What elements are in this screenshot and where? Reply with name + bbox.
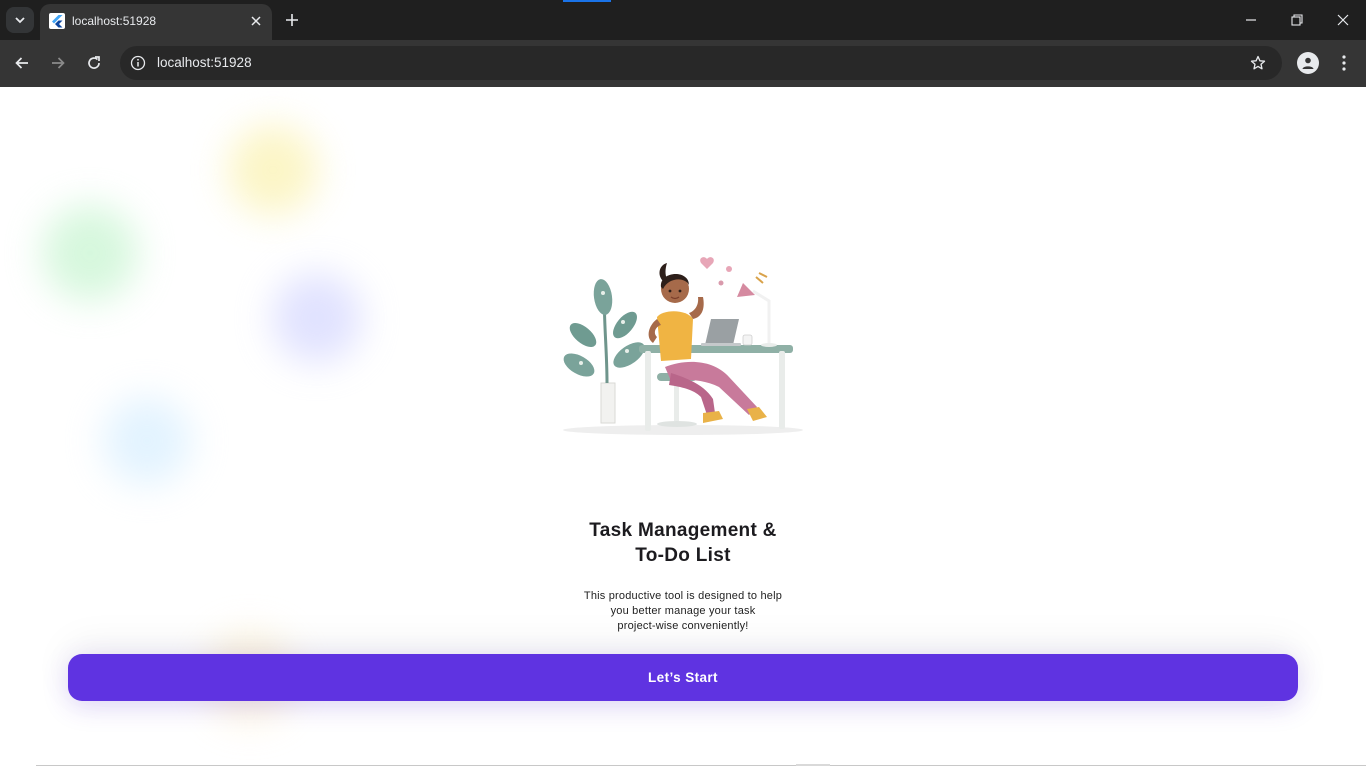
description-line-2: you better manage your task: [610, 605, 756, 617]
onboarding-description: This productive tool is designed to help…: [533, 589, 833, 634]
reload-button[interactable]: [82, 51, 106, 75]
onboarding-illustration: [563, 257, 803, 435]
restore-icon: [1291, 14, 1303, 26]
site-info-button[interactable]: [128, 53, 148, 73]
browser-menu-button[interactable]: [1334, 52, 1354, 74]
bookmark-button[interactable]: [1248, 53, 1268, 73]
arrow-left-icon: [15, 57, 28, 69]
title-line-1: Task Management &: [589, 520, 777, 541]
back-button[interactable]: [10, 51, 34, 75]
decorative-blur-yellow: [228, 125, 318, 215]
flutter-icon: [49, 13, 65, 29]
forward-button[interactable]: [46, 51, 70, 75]
close-icon: [1337, 14, 1349, 26]
title-line-2: To-Do List: [635, 545, 731, 566]
url-text[interactable]: localhost:51928: [157, 55, 252, 70]
star-icon: [1250, 55, 1266, 70]
browser-tab[interactable]: localhost:51928: [40, 4, 272, 40]
close-icon: [251, 16, 261, 26]
browser-toolbar: localhost:51928: [0, 40, 1366, 87]
new-tab-button[interactable]: [282, 10, 302, 30]
close-window-button[interactable]: [1320, 0, 1366, 40]
decorative-blur-purple: [272, 273, 362, 363]
profile-button[interactable]: [1297, 52, 1319, 74]
chevron-down-icon: [15, 17, 25, 24]
onboarding-title: Task Management & To-Do List: [483, 518, 883, 568]
browser-tab-strip: localhost:51928: [0, 0, 1366, 40]
tab-title: localhost:51928: [72, 14, 157, 28]
plant: [563, 279, 645, 424]
bottom-divider: [36, 765, 1366, 766]
info-icon: [130, 55, 146, 71]
decorative-blur-green: [42, 205, 138, 301]
restore-button[interactable]: [1274, 0, 1320, 40]
onboarding-page: Task Management & To-Do List This produc…: [0, 87, 1366, 768]
person-icon: [1302, 57, 1314, 69]
plus-icon: [286, 14, 298, 26]
tab-close-button[interactable]: [247, 12, 265, 30]
tab-drag-indicator: [563, 0, 611, 2]
address-bar[interactable]: localhost:51928: [120, 46, 1282, 80]
laptop: [701, 319, 741, 346]
more-vert-icon: [1342, 55, 1346, 71]
lets-start-button[interactable]: Let’s Start: [68, 654, 1298, 701]
decorative-blur-blue: [103, 397, 191, 485]
minimize-icon: [1246, 19, 1256, 21]
minimize-button[interactable]: [1228, 0, 1274, 40]
bottom-scroll-mark: [796, 764, 830, 766]
description-line-1: This productive tool is designed to help: [583, 590, 783, 602]
tab-search-button[interactable]: [6, 7, 34, 33]
arrow-right-icon: [52, 57, 65, 69]
reload-icon: [88, 56, 100, 69]
description-line-3: project-wise conveniently!: [617, 620, 749, 632]
